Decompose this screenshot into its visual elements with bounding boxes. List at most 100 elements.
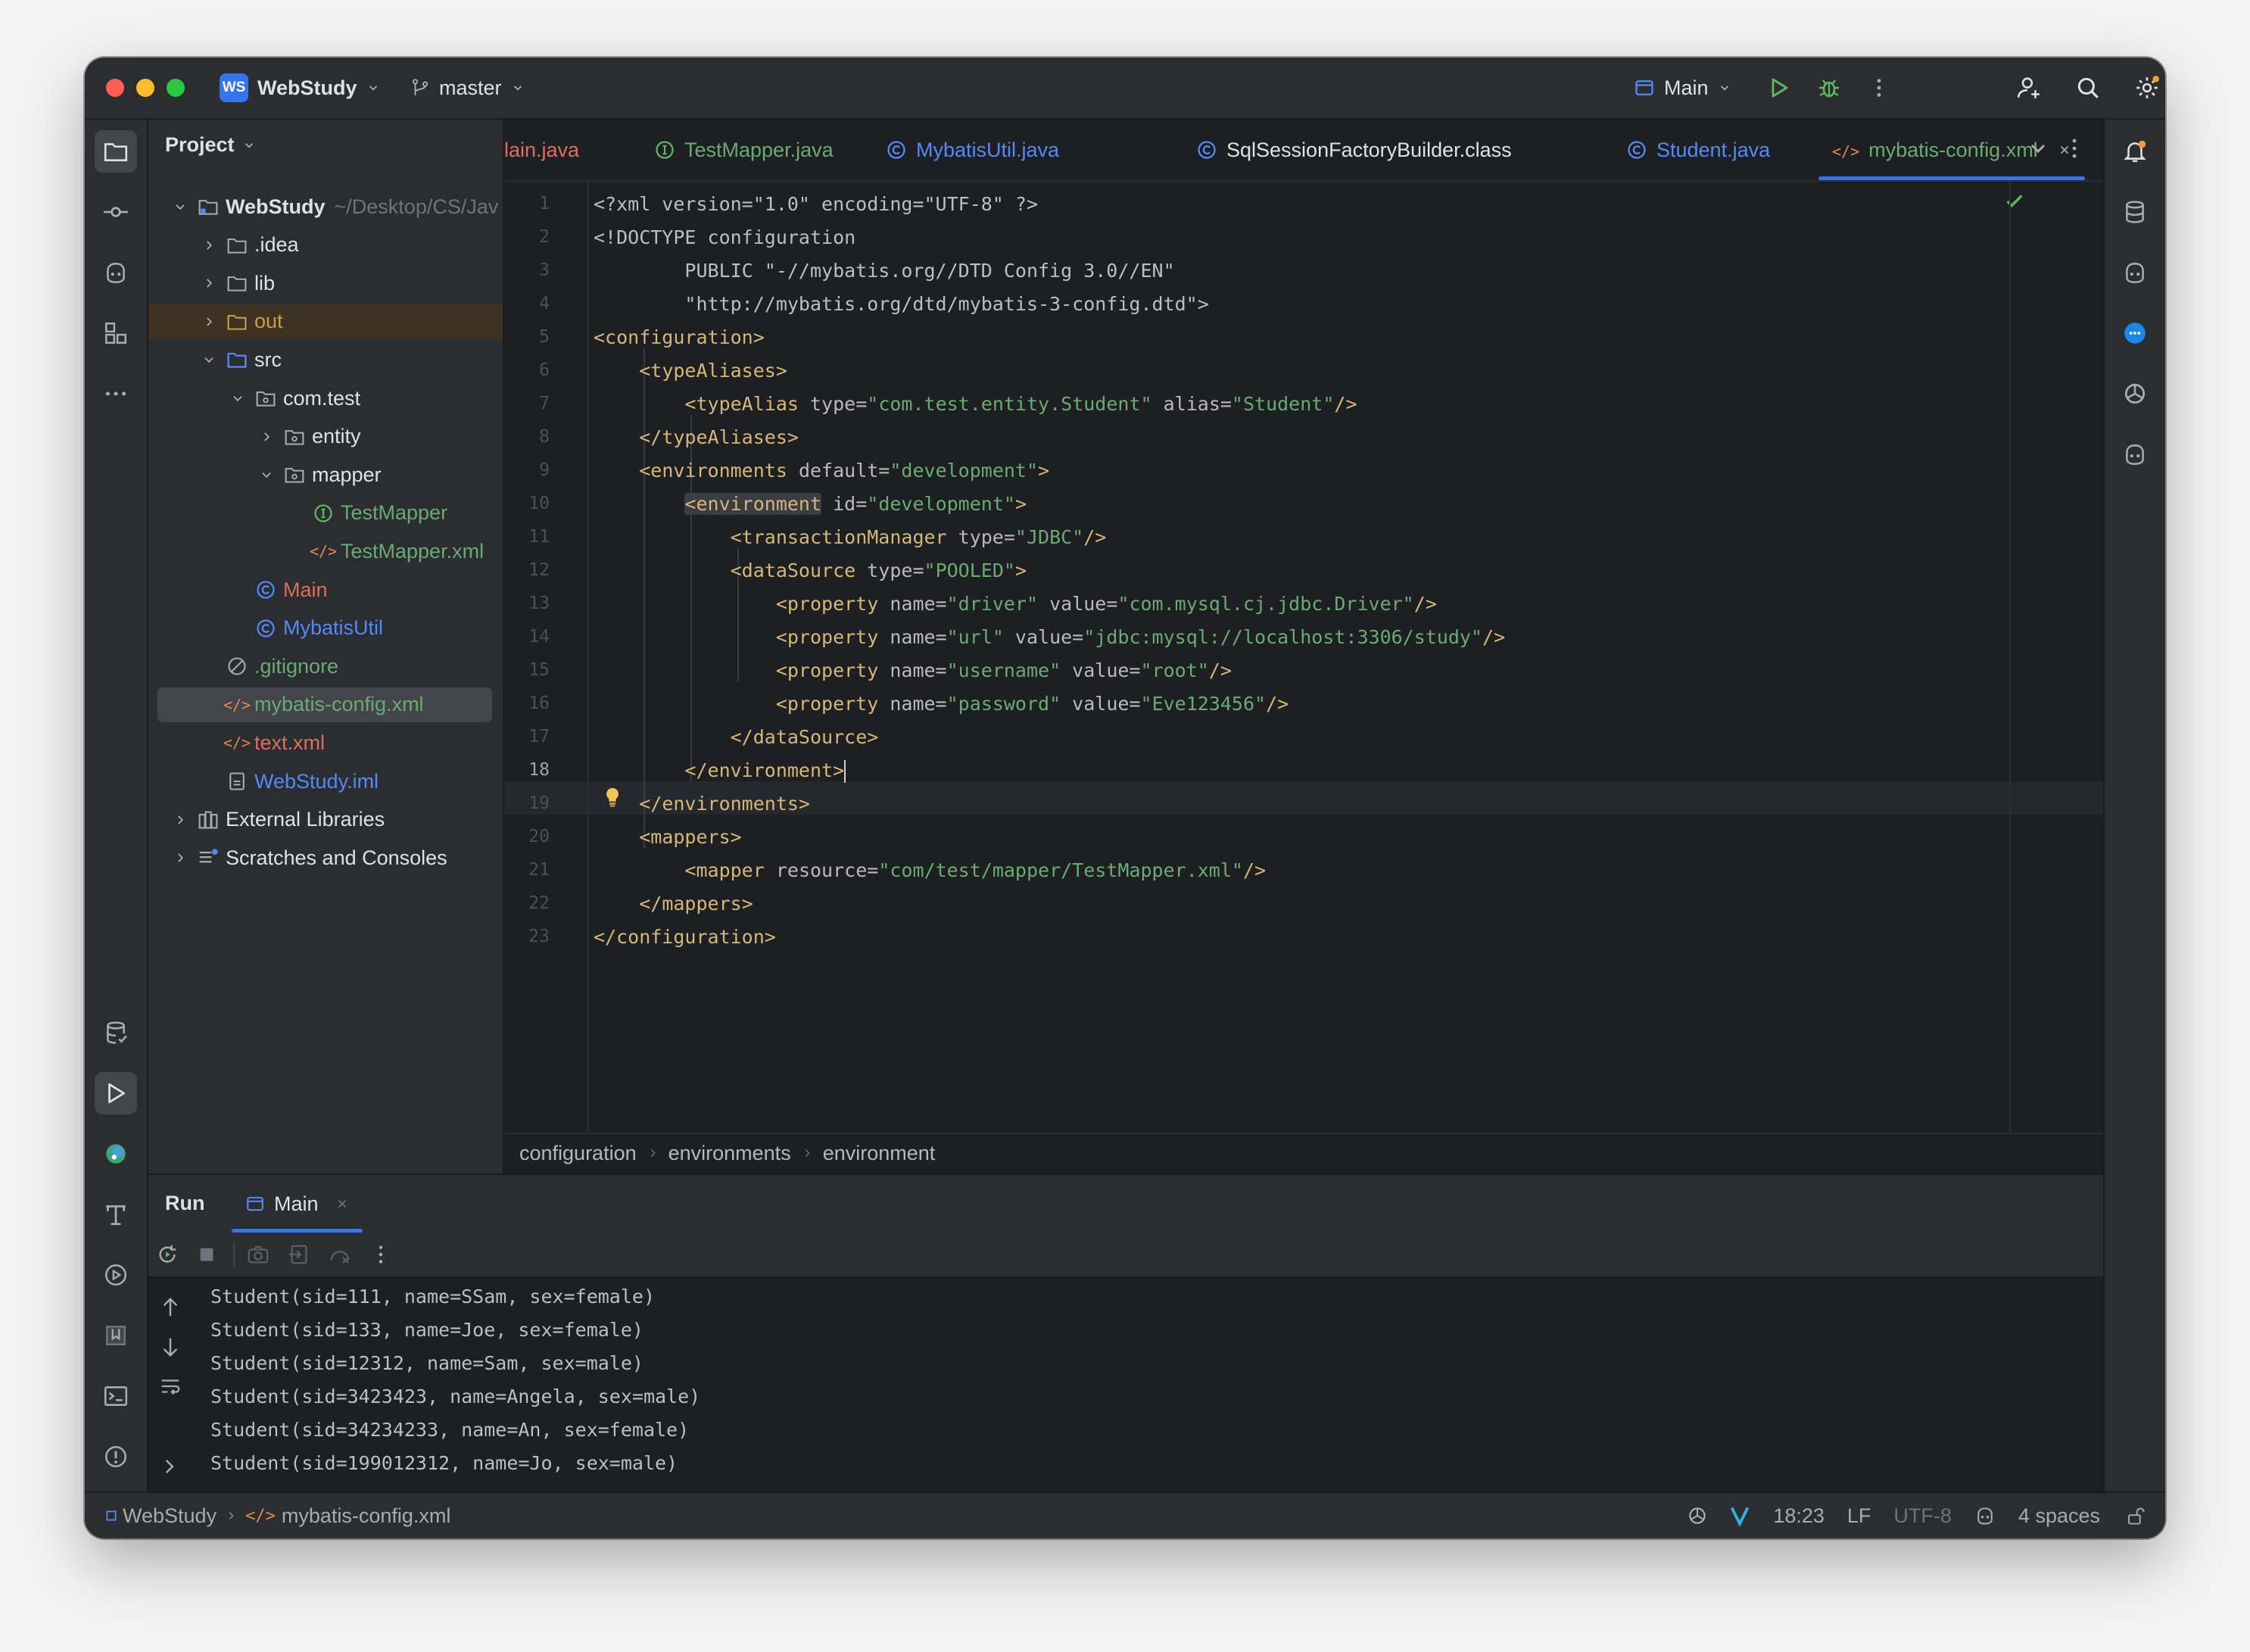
- code-line[interactable]: "http://mybatis.org/dtd/mybatis-3-config…: [594, 288, 1208, 321]
- line-separator[interactable]: LF: [1847, 1504, 1871, 1528]
- openai-icon[interactable]: [2114, 372, 2156, 415]
- code-line[interactable]: </typeAliases>: [594, 421, 799, 454]
- editor-tab[interactable]: TestMapper.java: [640, 120, 847, 180]
- editor-tab[interactable]: Student.java: [1613, 120, 1784, 180]
- tree-item[interactable]: </> TestMapper.xml: [148, 534, 503, 569]
- chevron-down-icon[interactable]: [227, 388, 248, 409]
- camera-icon[interactable]: [247, 1243, 270, 1266]
- run-tab-main[interactable]: Main: [232, 1175, 363, 1233]
- vcs-branch-widget[interactable]: master: [410, 58, 525, 118]
- run-config-selector[interactable]: Main: [1634, 58, 1731, 118]
- tree-item[interactable]: com.test: [148, 381, 503, 416]
- chevron-right-icon[interactable]: [170, 809, 191, 831]
- editor-tab[interactable]: SqlSessionFactoryBuilder.class: [1183, 120, 1525, 180]
- code-line[interactable]: <typeAliases>: [594, 354, 787, 388]
- chevron-right-icon[interactable]: [256, 426, 277, 447]
- project-tool-icon[interactable]: [95, 130, 137, 173]
- copilot-icon[interactable]: [2114, 251, 2156, 294]
- stop-icon[interactable]: [195, 1243, 218, 1266]
- tree-item[interactable]: WebStudy.iml: [148, 764, 503, 799]
- code-line[interactable]: <environment id="development">: [594, 488, 1027, 521]
- code-line[interactable]: <property name="username" value="root"/>: [594, 654, 1232, 687]
- editor-tab[interactable]: lain.java: [504, 120, 593, 180]
- settings-gear-icon[interactable]: [2132, 73, 2162, 103]
- tabs-more-icon[interactable]: [2062, 136, 2086, 161]
- indent-setting[interactable]: 4 spaces: [2018, 1504, 2100, 1528]
- tree-item[interactable]: TestMapper: [148, 496, 503, 531]
- code-line[interactable]: <mapper resource="com/test/mapper/TestMa…: [594, 854, 1266, 887]
- chevron-right-icon[interactable]: [198, 311, 220, 332]
- code-line[interactable]: <!DOCTYPE configuration: [594, 221, 855, 254]
- tree-item[interactable]: External Libraries: [148, 803, 503, 837]
- search-icon[interactable]: [2073, 73, 2103, 103]
- code-line[interactable]: <transactionManager type="JDBC"/>: [594, 521, 1107, 554]
- code-editor[interactable]: 1 <?xml version="1.0" encoding="UTF-8" ?>…: [504, 182, 2103, 1133]
- code-line[interactable]: <mappers>: [594, 821, 741, 854]
- code-line[interactable]: </mappers>: [594, 887, 753, 921]
- close-icon[interactable]: [335, 1197, 349, 1211]
- code-line[interactable]: <environments default="development">: [594, 454, 1049, 488]
- code-line[interactable]: </environments>: [594, 787, 810, 821]
- breadcrumb-item[interactable]: environments: [668, 1142, 791, 1165]
- bookmarks-tool-icon[interactable]: [95, 1314, 137, 1357]
- more-actions-icon[interactable]: [369, 1243, 392, 1266]
- restore-layout-icon[interactable]: [288, 1243, 310, 1266]
- tree-item[interactable]: .gitignore: [148, 649, 503, 684]
- openai-status-icon[interactable]: [1687, 1505, 1708, 1526]
- tree-item[interactable]: .idea: [148, 228, 503, 263]
- rerun-icon[interactable]: [156, 1243, 179, 1266]
- code-line[interactable]: <property name="driver" value="com.mysql…: [594, 588, 1437, 621]
- run-tool-icon[interactable]: [95, 1072, 137, 1114]
- plugin-tool-icon[interactable]: [95, 1133, 137, 1175]
- tree-item[interactable]: out: [148, 304, 503, 339]
- tree-item[interactable]: entity: [148, 419, 503, 454]
- commit-tool-icon[interactable]: [95, 191, 137, 233]
- tree-item[interactable]: Scratches and Consoles: [148, 840, 503, 875]
- copilot-status-icon[interactable]: [1974, 1505, 1996, 1526]
- arrow-down-icon[interactable]: [159, 1336, 182, 1358]
- exit-icon[interactable]: [329, 1243, 351, 1266]
- caret-position[interactable]: 18:23: [1773, 1504, 1825, 1528]
- copilot-tool-icon[interactable]: [95, 251, 137, 294]
- chevron-down-icon[interactable]: [256, 464, 277, 485]
- chevron-down-icon[interactable]: [170, 196, 191, 217]
- file-encoding[interactable]: UTF-8: [1893, 1504, 1952, 1528]
- build-tool-icon[interactable]: [95, 1193, 137, 1236]
- code-line[interactable]: <typeAlias type="com.test.entity.Student…: [594, 388, 1357, 421]
- problems-tool-icon[interactable]: [95, 1435, 137, 1478]
- code-line[interactable]: <property name="password" value="Eve1234…: [594, 687, 1289, 721]
- tabs-dropdown-icon[interactable]: [2026, 136, 2050, 161]
- chevron-right-icon[interactable]: [198, 235, 220, 256]
- tree-item[interactable]: WebStudy ~/Desktop/CS/Jav: [148, 189, 503, 224]
- chevron-down-icon[interactable]: [198, 349, 220, 370]
- tree-item[interactable]: MybatisUtil: [148, 611, 503, 646]
- debug-icon[interactable]: [1814, 73, 1844, 103]
- code-line[interactable]: <?xml version="1.0" encoding="UTF-8" ?>: [594, 188, 1038, 221]
- more-actions-icon[interactable]: [1864, 73, 1894, 103]
- breadcrumb-item[interactable]: configuration: [519, 1142, 637, 1165]
- breadcrumb-item[interactable]: environment: [823, 1142, 936, 1165]
- minimize-window-button[interactable]: [136, 79, 154, 97]
- code-line[interactable]: </environment>: [594, 754, 846, 787]
- tree-item[interactable]: Main: [148, 572, 503, 607]
- zoom-window-button[interactable]: [167, 79, 185, 97]
- soft-wrap-icon[interactable]: [159, 1375, 182, 1398]
- tree-item[interactable]: lib: [148, 266, 503, 301]
- no-problems-check-icon[interactable]: [2003, 189, 2026, 212]
- arrow-up-icon[interactable]: [159, 1296, 182, 1319]
- services-tool-icon[interactable]: [95, 1254, 137, 1296]
- code-line[interactable]: </dataSource>: [594, 721, 879, 754]
- tree-item[interactable]: </> text.xml: [148, 725, 503, 760]
- status-file[interactable]: mybatis-config.xml: [282, 1504, 451, 1528]
- tree-item[interactable]: src: [148, 342, 503, 377]
- vue-plugin-icon[interactable]: [1729, 1505, 1750, 1526]
- close-window-button[interactable]: [106, 79, 124, 97]
- project-panel-header[interactable]: Project: [165, 133, 256, 157]
- copilot-chat-icon[interactable]: [2114, 433, 2156, 475]
- tree-item[interactable]: mapper: [148, 457, 503, 492]
- chevron-right-icon[interactable]: [198, 273, 220, 294]
- ai-assistant-chat-icon[interactable]: [2114, 312, 2156, 354]
- terminal-tool-icon[interactable]: [95, 1375, 137, 1417]
- code-line[interactable]: <property name="url" value="jdbc:mysql:/…: [594, 621, 1505, 654]
- database-icon[interactable]: [2114, 191, 2156, 233]
